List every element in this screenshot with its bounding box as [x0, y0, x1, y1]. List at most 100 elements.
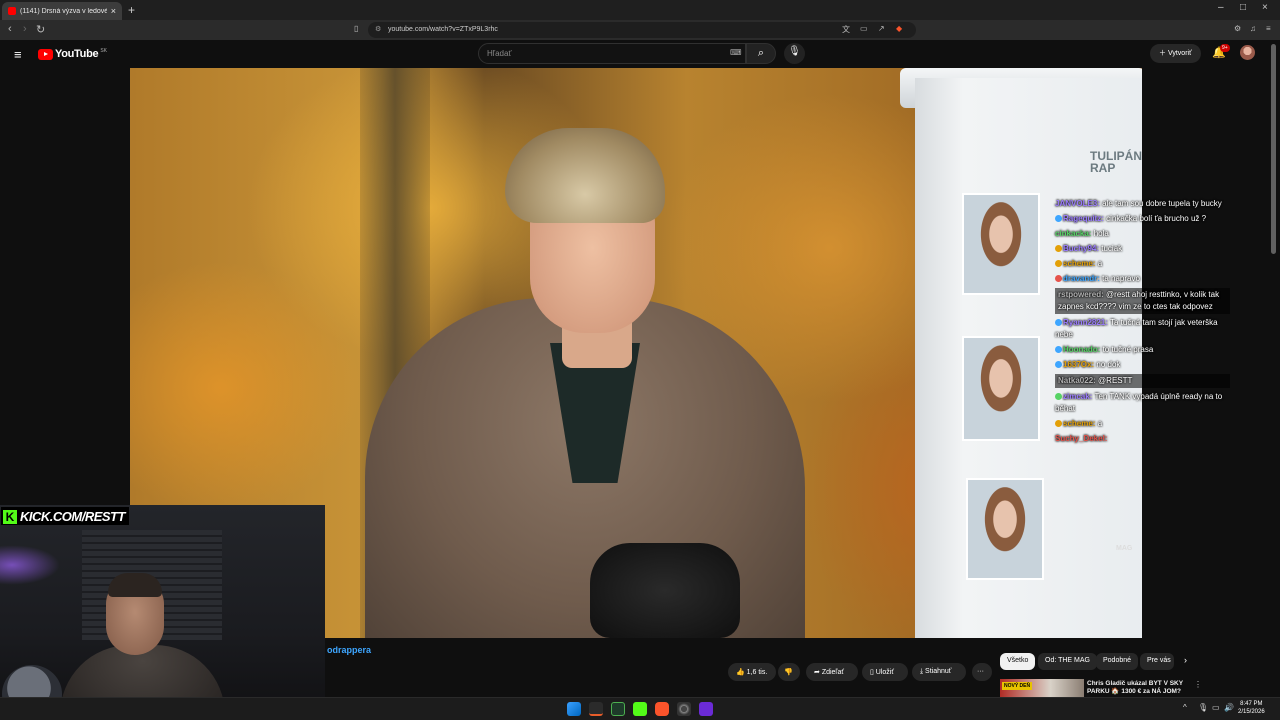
chat-message: Suchy_Dekel: — [1055, 433, 1230, 445]
site-info-icon[interactable]: ⚙ — [375, 25, 381, 33]
person-hair — [505, 128, 665, 223]
close-tab-icon[interactable]: × — [111, 6, 116, 16]
taskbar-obs-icon[interactable] — [677, 702, 691, 716]
chat-badge-icon — [1055, 420, 1062, 427]
more-actions-button[interactable]: ··· — [972, 663, 992, 681]
clock-date: 2/15/2026 — [1238, 709, 1265, 715]
cast-icon[interactable]: ▭ — [860, 24, 868, 33]
minimize-button[interactable]: – — [1218, 2, 1224, 13]
bookmark-icon[interactable]: ▯ — [354, 24, 358, 33]
browser-tab[interactable]: (1141) Drsná výzva v ledové ... × — [2, 2, 122, 20]
search-button[interactable]: ⌕ — [746, 43, 776, 64]
chip-related[interactable]: Podobné — [1096, 653, 1139, 670]
taskbar-brave-icon[interactable] — [655, 702, 669, 716]
chat-message: Natka022: @RESTT — [1055, 374, 1230, 388]
chat-message: Ragequitz: cinkačka bolí ťa brucho už ? — [1055, 213, 1230, 225]
chat-badge-icon — [1055, 361, 1062, 368]
voice-search-button[interactable]: 🎙 — [784, 43, 805, 64]
chat-username: Suchy_Dekel: — [1055, 434, 1108, 443]
chat-badge-icon — [1055, 275, 1062, 282]
start-windows-icon[interactable] — [567, 702, 581, 716]
board-photo-3 — [966, 478, 1044, 580]
chat-text: a — [1097, 419, 1103, 428]
thumbs-down-icon: 👎 — [784, 669, 793, 676]
account-avatar[interactable] — [1240, 45, 1255, 60]
taskbar-app-2-icon[interactable] — [611, 702, 625, 716]
chat-username: Natka022: — [1058, 376, 1096, 385]
chat-text: no dok — [1096, 360, 1121, 369]
chat-badge-icon — [1055, 346, 1062, 353]
search-input[interactable]: Hľadať — [478, 43, 746, 64]
chat-message: Ryann2821: Ta tučná tam stojí jak veterš… — [1055, 317, 1230, 341]
chip-from-channel[interactable]: Od: THE MAG — [1038, 653, 1097, 670]
chat-message: zimcak: Ten TANK vypadá úplně ready na t… — [1055, 391, 1230, 415]
streamer-hair — [108, 573, 162, 597]
url-field[interactable]: ⚙ youtube.com/watch?v=ZTxP9L3rhc — [368, 22, 916, 38]
youtube-logo[interactable]: YouTube SK — [38, 48, 107, 60]
chevron-right-icon[interactable]: › — [1184, 655, 1187, 665]
tray-expand-icon[interactable]: ^ — [1183, 703, 1187, 712]
share-page-icon[interactable]: ↗ — [878, 24, 885, 33]
maximize-button[interactable]: □ — [1240, 2, 1246, 13]
like-count: 1,6 tis. — [746, 669, 768, 676]
chat-username: scheme: — [1063, 259, 1096, 268]
taskbar-kick-icon[interactable] — [633, 702, 647, 716]
tab-title: (1141) Drsná výzva v ledové ... — [20, 7, 107, 15]
chat-username: cinkacka: — [1055, 229, 1092, 238]
youtube-play-icon — [38, 48, 53, 60]
chat-text: ta napravo — [1102, 274, 1140, 283]
chat-message: Hoonado: to tučné prasa — [1055, 344, 1230, 356]
back-icon[interactable]: ‹ — [8, 23, 12, 35]
menu-icon[interactable]: ≡ — [1266, 24, 1271, 33]
create-button[interactable]: ＋ Vytvoriť — [1150, 44, 1201, 63]
hamburger-menu-icon[interactable]: ≡ — [14, 47, 22, 62]
volume-icon[interactable]: 🔊 — [1224, 703, 1234, 712]
chat-badge-icon — [1055, 260, 1062, 267]
save-button[interactable]: ▯ Uložiť — [862, 663, 908, 681]
chat-message: JANVOLE3: ale tam sou dobre tupela ty bu… — [1055, 198, 1230, 210]
chat-message: 1637Ox: no dok — [1055, 359, 1230, 371]
chat-username: Buchy94: — [1063, 244, 1100, 253]
close-window-button[interactable]: × — [1262, 2, 1268, 13]
chat-username: scheme: — [1063, 419, 1096, 428]
chat-text: a — [1097, 259, 1103, 268]
page-scrollbar[interactable] — [1271, 44, 1276, 254]
youtube-favicon-icon — [8, 7, 16, 15]
country-code: SK — [100, 48, 107, 54]
translate-icon[interactable]: 文 — [842, 24, 850, 35]
thumbs-up-icon: 👍 — [736, 669, 747, 676]
clock-time: 8:47 PM — [1240, 701, 1263, 707]
share-button[interactable]: ➦ Zdieľať — [806, 663, 858, 681]
microphone-icon: 🎙 — [788, 46, 801, 57]
taskbar-clock[interactable]: 8:47 PM 2/15/2026 — [1238, 700, 1265, 716]
taskbar-app-1-icon[interactable] — [589, 702, 603, 716]
chip-all[interactable]: Všetko — [1000, 653, 1036, 670]
chat-text: hola — [1093, 229, 1109, 238]
url-text: youtube.com/watch?v=ZTxP9L3rhc — [388, 26, 498, 33]
video-watermark: MAG — [1116, 545, 1133, 552]
chat-message: dravandr: ta napravo — [1055, 273, 1230, 285]
like-button[interactable]: 👍 1,6 tis. — [728, 663, 776, 681]
thumbnail-badge: NOVÝ DEŇ — [1002, 682, 1033, 690]
microphone-tray-icon[interactable]: 🎙 — [1198, 703, 1208, 712]
channel-name[interactable]: odrappera — [327, 645, 371, 655]
forward-icon[interactable]: › — [23, 23, 27, 35]
keyboard-icon[interactable]: ⌨ — [730, 48, 742, 57]
recommended-more-icon[interactable]: ⋮ — [1194, 680, 1202, 689]
chat-username: Hoonado: — [1063, 345, 1101, 354]
new-tab-button[interactable]: + — [128, 3, 135, 17]
extensions-icon[interactable]: ⚙ — [1234, 24, 1241, 33]
recommended-title[interactable]: Chris Gladič ukázal BYT V SKY PARKU 🏠 13… — [1087, 680, 1192, 697]
network-icon[interactable]: ▭ — [1212, 703, 1220, 712]
reload-icon[interactable]: ↻ — [36, 23, 45, 36]
media-icon[interactable]: ♫ — [1250, 24, 1256, 33]
led-light — [0, 545, 60, 585]
chat-message: scheme: a — [1055, 258, 1230, 270]
dislike-button[interactable]: 👎 — [778, 663, 800, 681]
taskbar-app-3-icon[interactable] — [699, 702, 713, 716]
brave-shield-icon[interactable]: ◆ — [896, 24, 902, 33]
download-button[interactable]: ⤓ Stiahnuť — [912, 663, 966, 681]
create-label: Vytvoriť — [1167, 50, 1192, 57]
stream-chat-overlay: JANVOLE3: ale tam sou dobre tupela ty bu… — [1055, 198, 1230, 448]
chip-for-you[interactable]: Pre vás — [1140, 653, 1174, 670]
